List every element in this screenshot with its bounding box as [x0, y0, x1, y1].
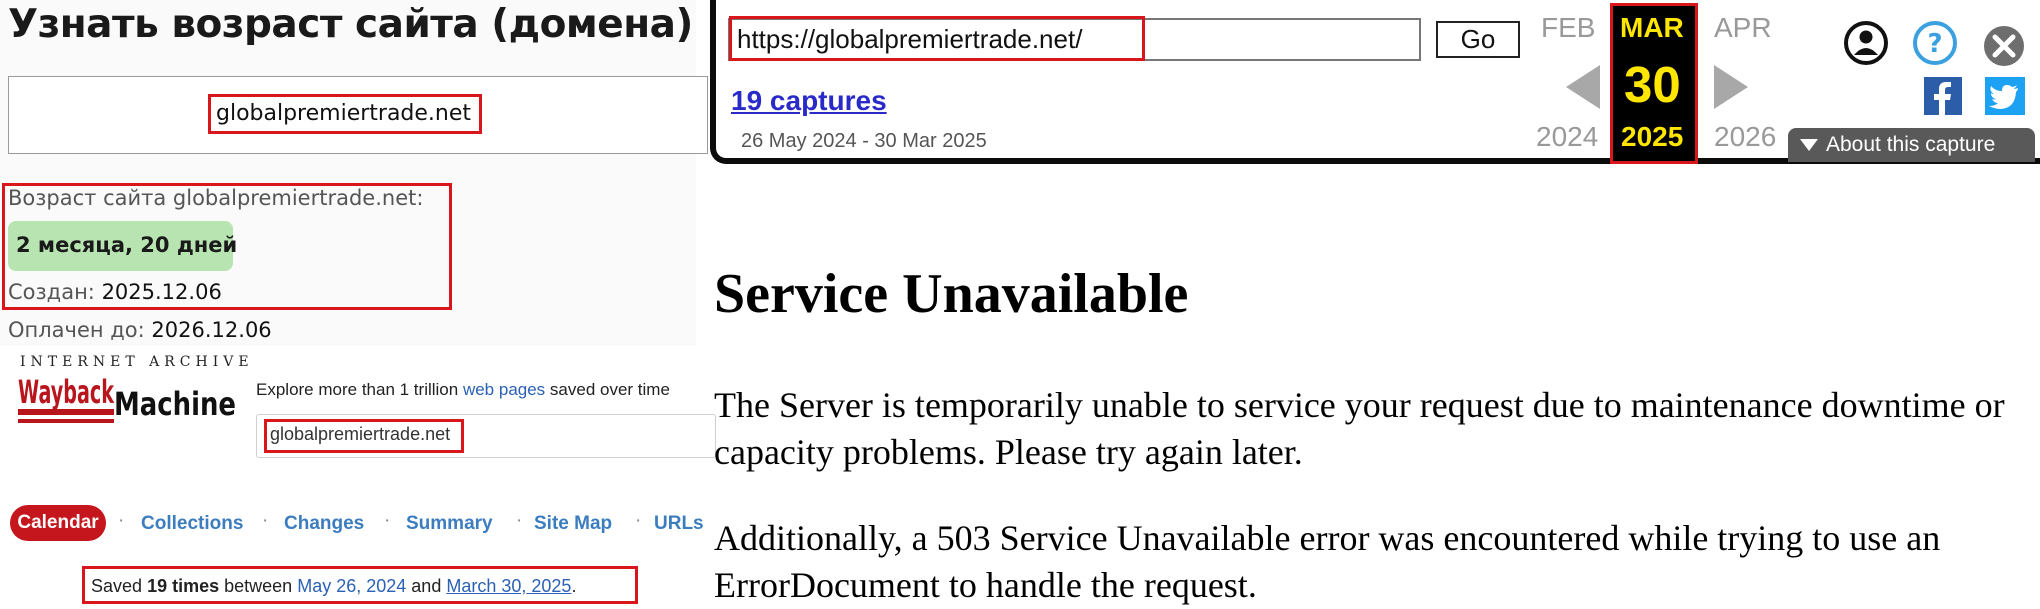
about-capture-label: About this capture [1826, 133, 1996, 156]
explore-text: Explore more than 1 trillion web pages s… [256, 380, 670, 399]
svg-text:Machine: Machine [114, 385, 236, 423]
twitter-icon[interactable] [1985, 77, 2025, 115]
nav-separator: · [262, 510, 269, 531]
paid-line: Оплачен до: 2026.12.06 [8, 318, 272, 342]
user-icon[interactable] [1843, 20, 1889, 66]
nav-separator: · [118, 510, 125, 531]
svg-text:?: ? [1927, 29, 1942, 59]
paid-value: 2026.12.06 [151, 318, 272, 342]
captures-link[interactable]: 19 captures [731, 85, 887, 117]
next-month[interactable]: APR [1714, 12, 1772, 44]
triangle-down-icon [1800, 139, 1818, 152]
highlight-saved [82, 566, 638, 604]
error-paragraph-2: Additionally, a 503 Service Unavailable … [714, 518, 1941, 605]
prev-month[interactable]: FEB [1541, 12, 1595, 44]
prev-year[interactable]: 2024 [1536, 121, 1598, 153]
tab-collections[interactable]: Collections [141, 513, 243, 535]
captures-range: 26 May 2024 - 30 Mar 2025 [741, 130, 987, 152]
tab-urls[interactable]: URLs [654, 513, 704, 535]
about-capture-button[interactable]: About this capture [1788, 128, 2035, 162]
wayback-machine-logo: Wayback Machine [18, 373, 236, 423]
prev-capture-arrow-icon[interactable] [1566, 65, 1600, 109]
help-icon[interactable]: ? [1912, 20, 1958, 66]
error-paragraph-1: The Server is temporarily unable to serv… [714, 385, 2005, 472]
nav-separator: · [516, 510, 523, 531]
tab-changes[interactable]: Changes [284, 513, 364, 535]
nav-separator: · [384, 510, 391, 531]
tab-site-map[interactable]: Site Map [534, 513, 612, 535]
highlight-url [729, 16, 1145, 61]
facebook-icon[interactable] [1924, 77, 1962, 115]
web-pages-link[interactable]: web pages [463, 380, 545, 399]
go-button[interactable]: Go [1436, 21, 1520, 58]
tab-calendar[interactable]: Calendar [10, 505, 106, 541]
paid-label: Оплачен до: [8, 318, 145, 342]
highlight-age [2, 183, 452, 310]
close-icon[interactable] [1982, 24, 2026, 68]
svg-text:Wayback: Wayback [18, 373, 114, 411]
tab-summary[interactable]: Summary [406, 513, 493, 535]
highlight-date [1610, 3, 1698, 164]
error-title: Service Unavailable [714, 263, 1189, 325]
highlight-search [264, 419, 464, 453]
highlight-domain [208, 94, 482, 134]
page-title: Узнать возраст сайта (домена) [8, 2, 693, 47]
internet-archive-caption: INTERNET ARCHIVE [20, 354, 254, 370]
next-capture-arrow-icon[interactable] [1714, 65, 1748, 109]
nav-separator: · [635, 510, 642, 531]
next-year[interactable]: 2026 [1714, 121, 1776, 153]
